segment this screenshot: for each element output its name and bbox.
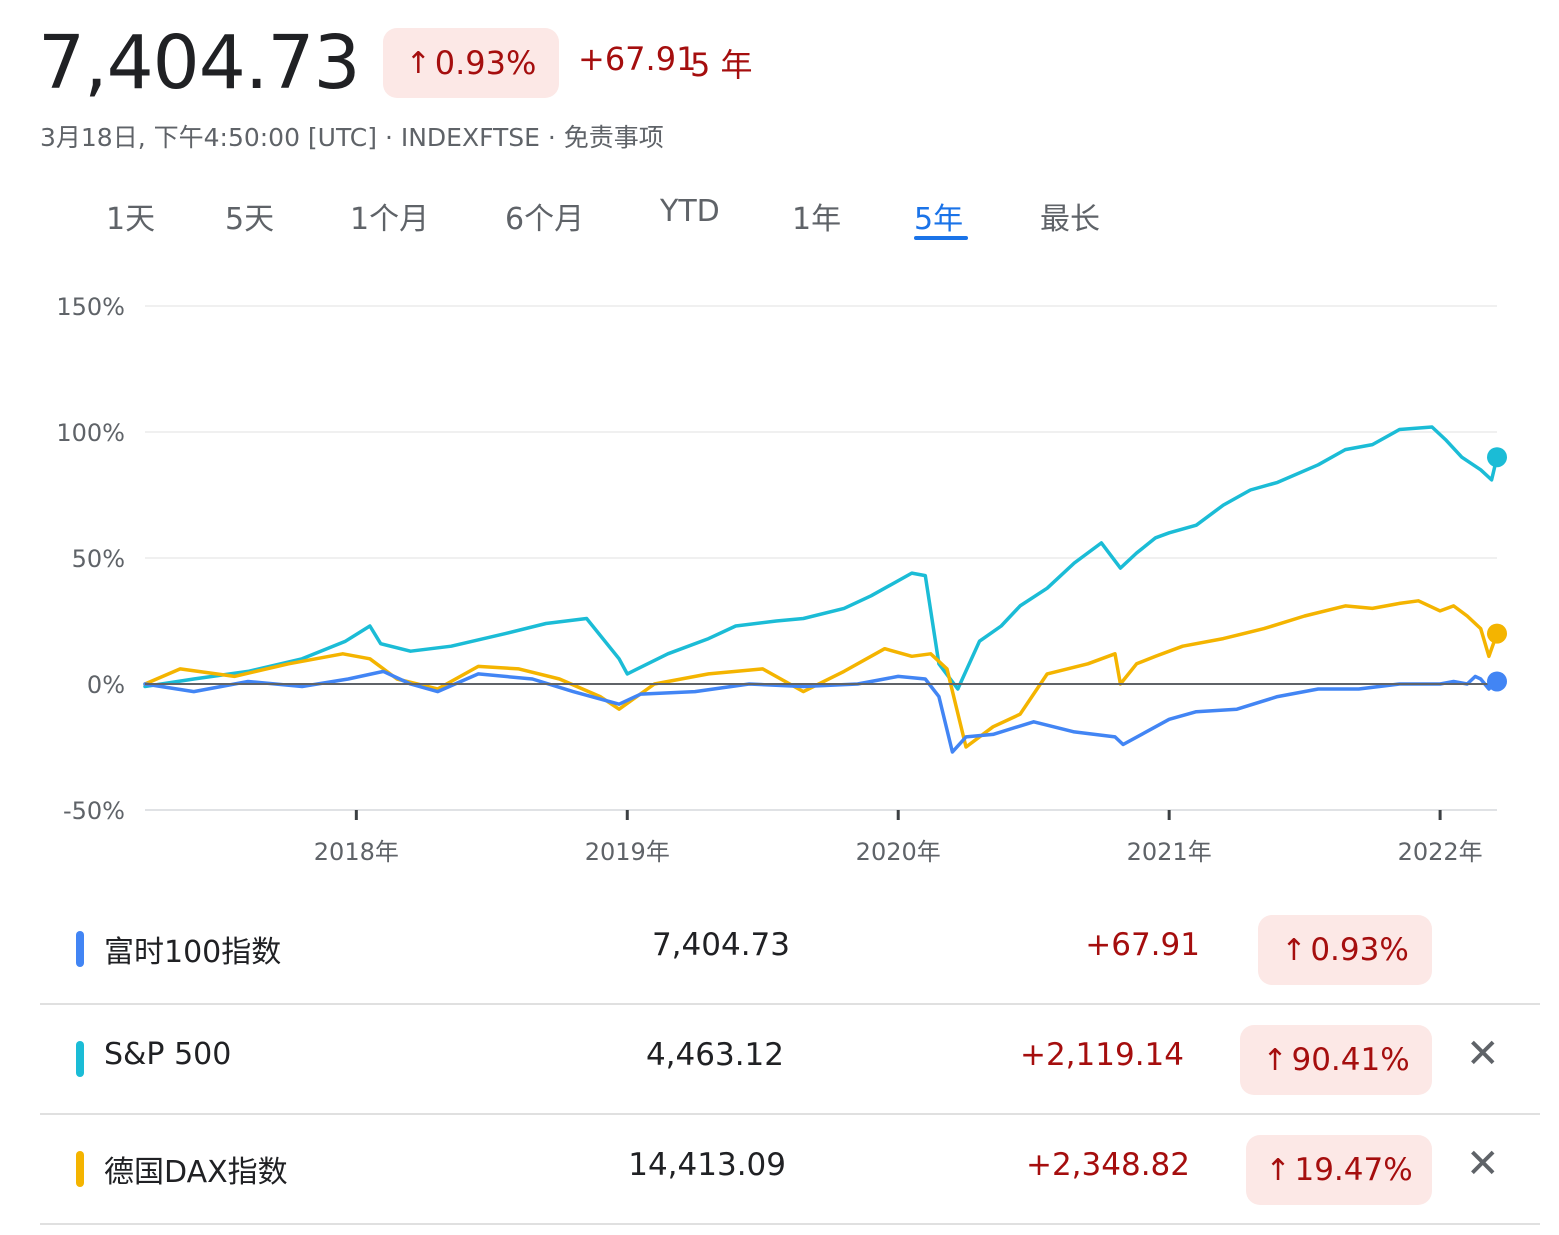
y-tick-label: 150% <box>56 293 125 321</box>
x-tick-label: 2022年 <box>1398 838 1483 866</box>
table-row[interactable]: S&P 500 4,463.12 +2,119.14 ↑ 90.41% ✕ <box>40 1005 1540 1115</box>
row-percent-badge: ↑ 90.41% <box>1240 1025 1432 1095</box>
row-percent-badge: ↑ 19.47% <box>1246 1135 1432 1205</box>
row-name: S&P 500 <box>104 1037 232 1072</box>
change-percent: 0.93% <box>434 44 537 82</box>
quote-meta: 3月18日, 下午4:50:00 [UTC] · INDEXFTSE · 免责事… <box>40 123 664 152</box>
row-percent: 0.93% <box>1310 932 1409 968</box>
active-tab-indicator <box>914 236 968 240</box>
series-end-point <box>1487 671 1507 692</box>
row-value: 4,463.12 <box>645 1037 784 1073</box>
row-change: +67.91 <box>1085 927 1200 963</box>
tab-1y[interactable]: 1年 <box>792 194 841 238</box>
row-percent: 90.41% <box>1291 1042 1410 1078</box>
range-tabs: 1天 5天 1个月 6个月 YTD 1年 5年 最长 <box>0 190 1200 250</box>
comparison-chart[interactable]: 150% 100% 50% 0% -50% 2018年 2019年 2020年 2021年 202… <box>0 270 1559 880</box>
tab-5d[interactable]: 5天 <box>225 194 274 238</box>
tab-max[interactable]: 最长 <box>1040 194 1100 238</box>
row-name: 德国DAX指数 <box>104 1155 288 1190</box>
series-color-swatch <box>76 1151 84 1187</box>
arrow-up-icon: ↑ <box>1281 932 1307 968</box>
x-tick-label: 2018年 <box>314 838 399 866</box>
row-value: 7,404.73 <box>651 927 790 963</box>
row-name: 富时100指数 <box>104 935 282 970</box>
change-absolute: +67.91 <box>578 40 697 78</box>
x-tick-label: 2020年 <box>856 838 941 866</box>
series-end-point <box>1487 623 1507 644</box>
close-icon[interactable]: ✕ <box>1466 1141 1500 1187</box>
row-change: +2,119.14 <box>1019 1037 1184 1073</box>
x-tick-label: 2019年 <box>585 838 670 866</box>
table-row[interactable]: 德国DAX指数 14,413.09 +2,348.82 ↑ 19.47% ✕ <box>40 1115 1540 1225</box>
y-tick-label: 100% <box>56 419 125 447</box>
tab-5y[interactable]: 5年 <box>914 194 963 238</box>
x-tick-label: 2021年 <box>1127 838 1212 866</box>
arrow-up-icon: ↑ <box>1262 1042 1288 1078</box>
close-icon[interactable]: ✕ <box>1466 1031 1500 1077</box>
tab-1m[interactable]: 1个月 <box>350 194 429 238</box>
series-color-swatch <box>76 1041 84 1077</box>
y-tick-label: 0% <box>87 671 125 699</box>
y-tick-label: -50% <box>63 797 125 825</box>
tab-6m[interactable]: 6个月 <box>505 194 584 238</box>
tab-1d[interactable]: 1天 <box>106 194 155 238</box>
row-change: +2,348.82 <box>1025 1147 1190 1183</box>
table-row[interactable]: 富时100指数 7,404.73 +67.91 ↑ 0.93% <box>40 895 1540 1005</box>
series-end-point <box>1487 447 1507 468</box>
arrow-up-icon: ↑ <box>405 45 431 81</box>
row-divider <box>40 1223 1540 1225</box>
series-color-swatch <box>76 931 84 967</box>
row-value: 14,413.09 <box>628 1147 786 1183</box>
row-percent: 19.47% <box>1294 1152 1413 1188</box>
change-period: 5 年 <box>690 46 753 84</box>
tab-ytd[interactable]: YTD <box>660 194 720 229</box>
series-line <box>143 599 1499 749</box>
current-price: 7,404.73 <box>38 20 361 106</box>
change-percent-badge: ↑ 0.93% <box>383 28 559 98</box>
row-percent-badge: ↑ 0.93% <box>1258 915 1432 985</box>
arrow-up-icon: ↑ <box>1265 1152 1291 1188</box>
y-tick-label: 50% <box>72 545 125 573</box>
